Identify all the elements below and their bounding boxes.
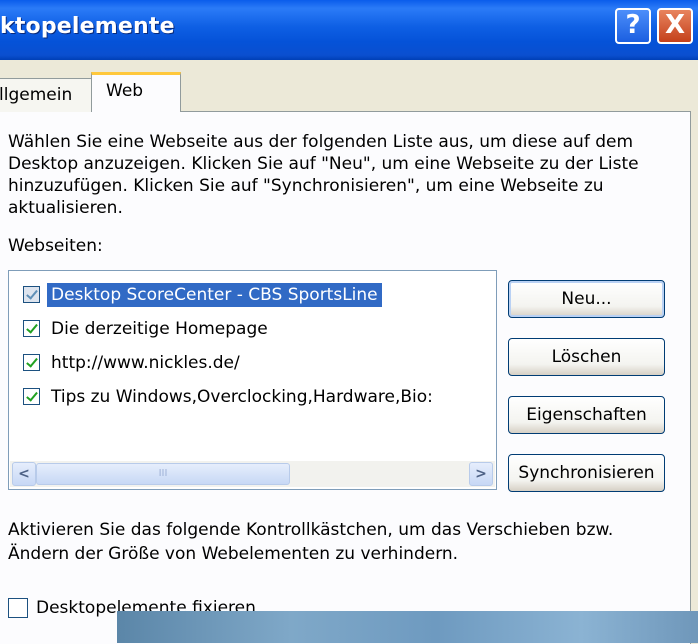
window-title: ktopelemente xyxy=(0,14,175,39)
webpages-listbox[interactable]: Desktop ScoreCenter - CBS SportsLine Die… xyxy=(8,270,497,490)
lock-description: Aktivieren Sie das folgende Kontrollkäst… xyxy=(8,520,614,564)
item-label: Desktop ScoreCenter - CBS SportsLine xyxy=(46,282,383,308)
tab-strip: llgemein Web xyxy=(0,72,698,112)
delete-button[interactable]: Löschen xyxy=(508,338,665,376)
item-label: http://www.nickles.de/ xyxy=(51,353,240,373)
close-button[interactable]: X xyxy=(657,8,693,44)
scroll-left-icon[interactable]: < xyxy=(12,462,36,486)
properties-button[interactable]: Eigenschaften xyxy=(508,396,665,434)
tab-web[interactable]: Web xyxy=(91,72,181,112)
scrollbar-thumb[interactable]: III xyxy=(36,463,290,485)
scroll-right-icon[interactable]: > xyxy=(469,462,493,486)
item-checkbox[interactable] xyxy=(23,320,40,337)
overlapping-window-image xyxy=(117,611,698,643)
title-bar[interactable]: ktopelemente ? X xyxy=(0,0,698,60)
webpages-label: Webseiten: xyxy=(8,236,103,256)
lock-checkbox[interactable] xyxy=(8,598,28,618)
synchronize-button[interactable]: Synchronisieren xyxy=(508,454,665,492)
item-checkbox[interactable] xyxy=(23,354,40,371)
item-checkbox[interactable] xyxy=(23,388,40,405)
tab-general[interactable]: llgemein xyxy=(0,78,93,112)
item-checkbox[interactable] xyxy=(23,286,40,303)
help-button[interactable]: ? xyxy=(615,8,651,44)
item-label: Die derzeitige Homepage xyxy=(51,319,268,339)
horizontal-scrollbar[interactable]: < III > xyxy=(10,461,495,487)
item-label: Tips zu Windows,Overclocking,Hardware,Bi… xyxy=(51,387,433,407)
web-description: Wählen Sie eine Webseite aus der folgend… xyxy=(8,132,639,218)
new-button[interactable]: Neu... xyxy=(508,280,665,318)
